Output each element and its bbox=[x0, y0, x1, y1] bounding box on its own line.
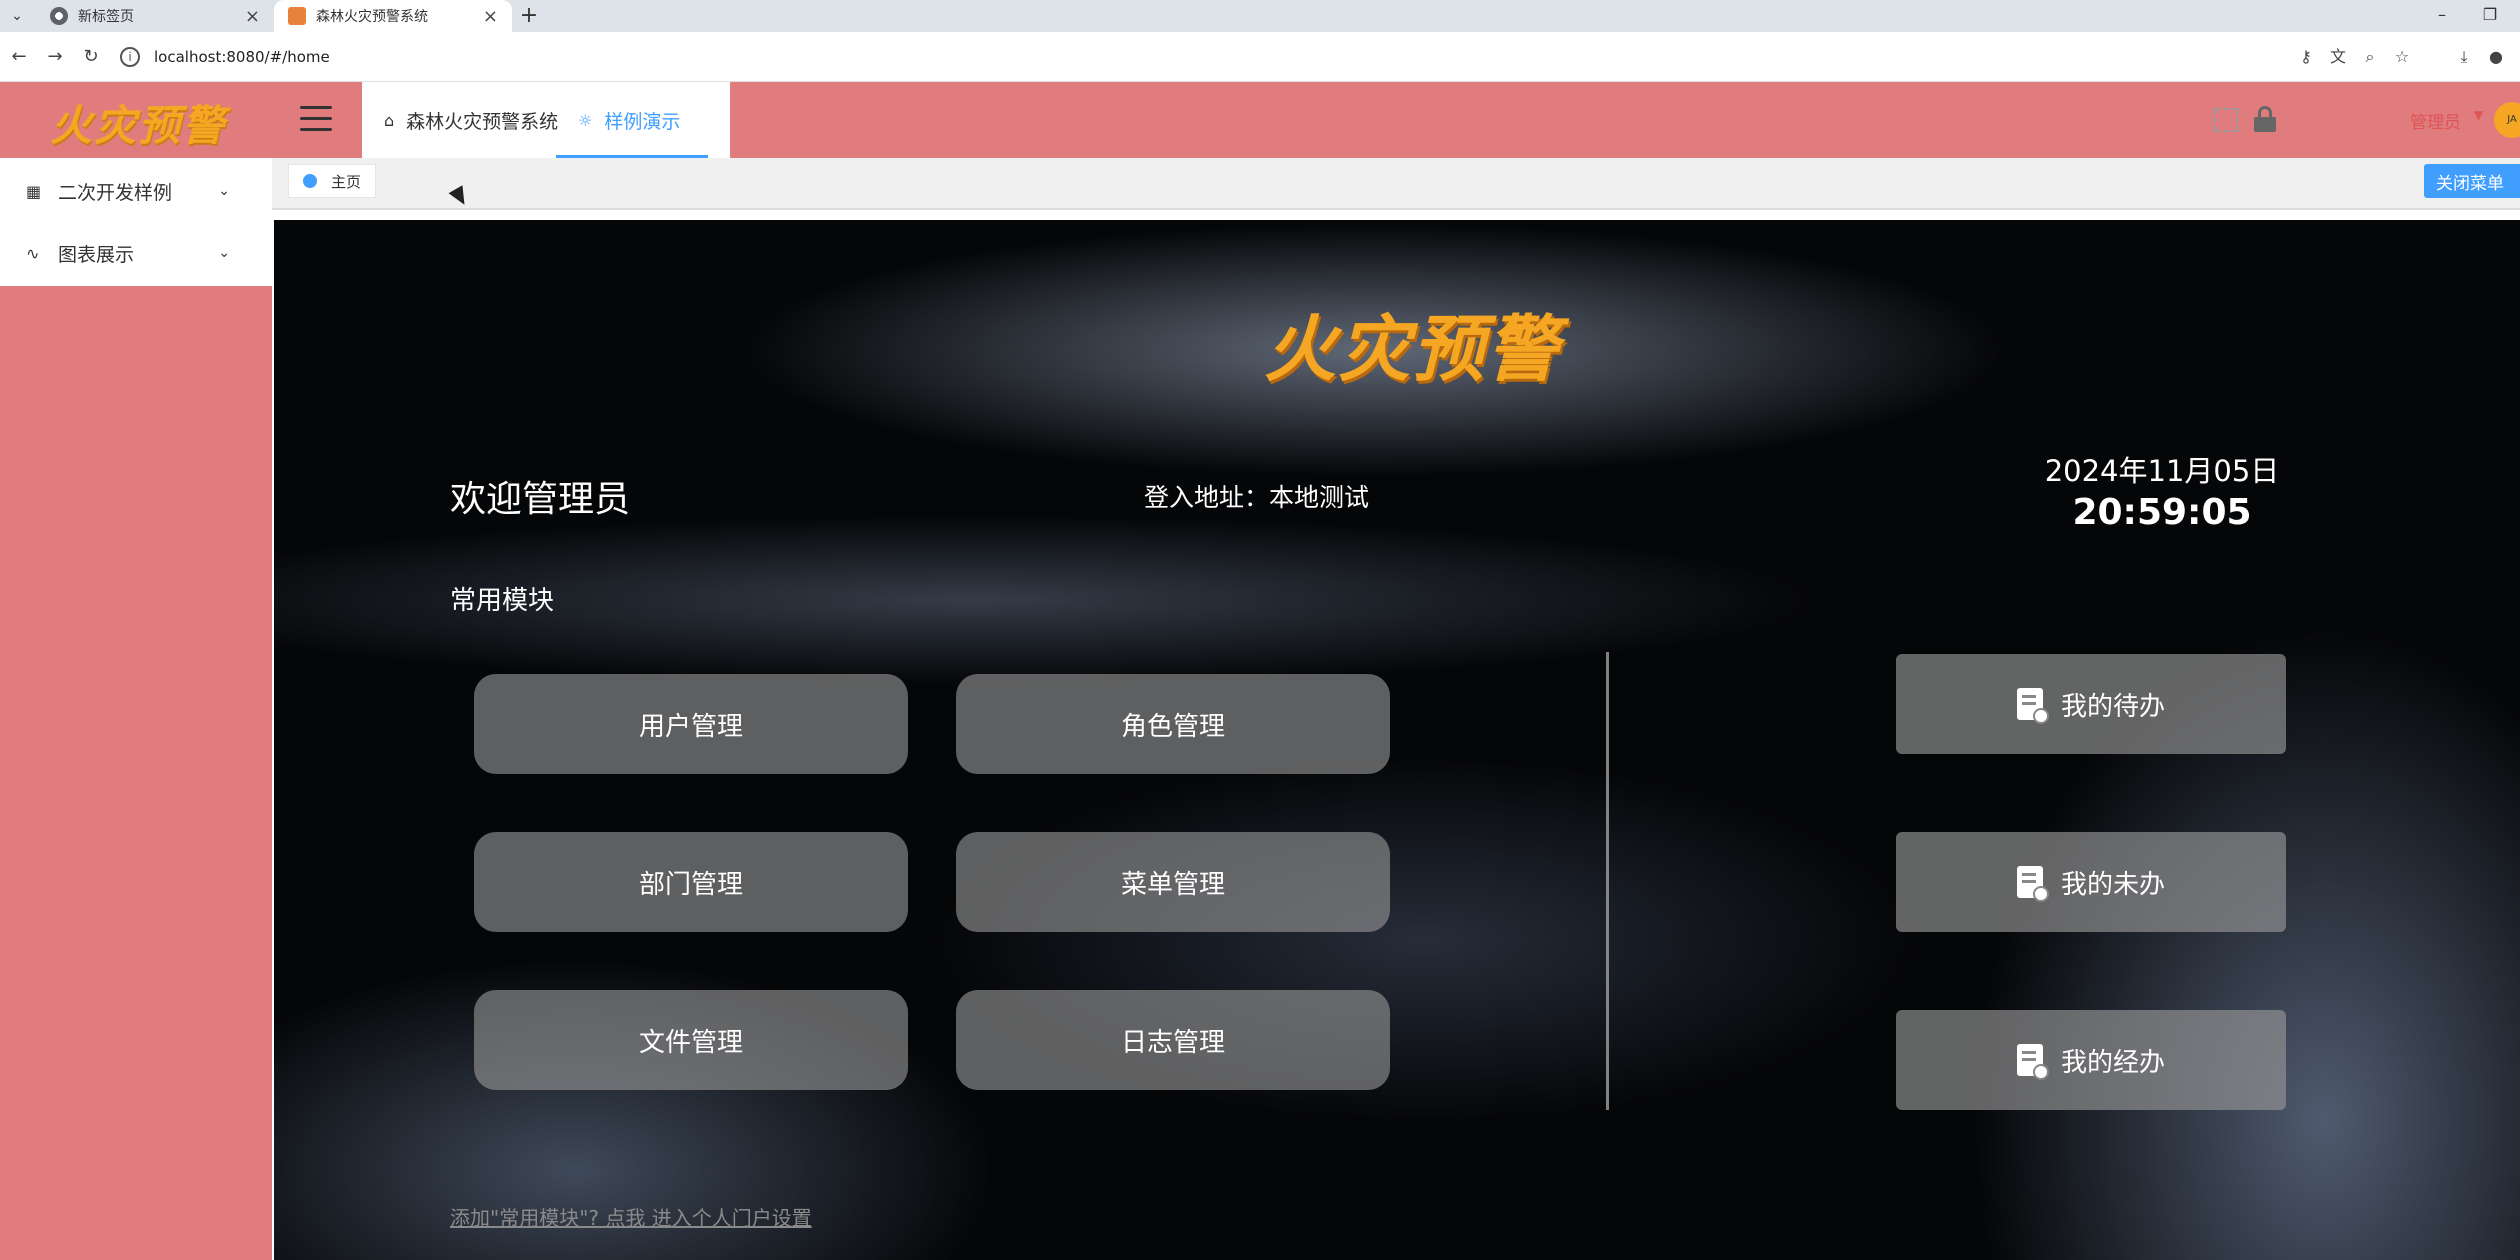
button-label: 我的经办 bbox=[2060, 1047, 2165, 1078]
file-management-button[interactable]: 文件管理 bbox=[474, 990, 908, 1090]
close-menu-button[interactable]: 关闭菜单 bbox=[2424, 164, 2520, 198]
menu-toggle-icon[interactable] bbox=[300, 106, 332, 132]
site-favicon-icon bbox=[288, 7, 306, 25]
home-icon: ⌂ bbox=[384, 110, 395, 130]
chevron-down-icon: ⌄ bbox=[218, 245, 230, 261]
avatar[interactable]: JA bbox=[2494, 102, 2520, 138]
main-logo: 火灾预警 bbox=[1264, 307, 1561, 391]
sidebar-item-dev-samples[interactable]: ▦ 二次开发样例 ⌄ bbox=[0, 160, 272, 222]
section-title: 常用模块 bbox=[450, 586, 555, 616]
sidebar-item-charts[interactable]: ∿ 图表展示 ⌄ bbox=[0, 222, 272, 284]
restore-icon[interactable]: ❐ bbox=[2468, 0, 2512, 32]
tab-label: 样例演示 bbox=[604, 110, 681, 133]
minimize-icon[interactable]: – bbox=[2420, 0, 2464, 32]
current-time: 20:59:05 bbox=[2072, 492, 2252, 533]
password-key-icon[interactable]: ⚷ bbox=[2290, 44, 2322, 70]
welcome-text: 欢迎管理员 bbox=[450, 479, 631, 520]
lightbulb-icon: ☼ bbox=[578, 110, 593, 130]
close-tab-icon[interactable]: × bbox=[245, 6, 260, 27]
app-logo: 火灾预警 bbox=[50, 101, 227, 150]
tab-forest-fire-system[interactable]: ⌂ 森林火灾预警系统 bbox=[384, 82, 558, 158]
download-icon[interactable]: ⤓ bbox=[2448, 44, 2480, 70]
lock-icon[interactable] bbox=[2254, 106, 2276, 132]
handled-doc-icon bbox=[2016, 1044, 2049, 1080]
button-label: 我的未办 bbox=[2060, 869, 2165, 900]
tag-home[interactable]: 主页 bbox=[288, 164, 377, 198]
zoom-icon[interactable]: ⌕ bbox=[2354, 44, 2386, 70]
user-management-button[interactable]: 用户管理 bbox=[474, 674, 908, 774]
grid-icon: ▦ bbox=[26, 181, 42, 201]
vertical-divider bbox=[1606, 652, 1609, 1110]
current-date: 2024年11月05日 bbox=[2044, 454, 2280, 488]
my-todo-button[interactable]: 我的待办 bbox=[1896, 654, 2286, 754]
role-management-button[interactable]: 角色管理 bbox=[956, 674, 1390, 774]
url-text: localhost:8080/#/home bbox=[154, 48, 330, 66]
profile-icon[interactable]: ● bbox=[2480, 44, 2512, 70]
chrome-icon bbox=[50, 7, 68, 25]
forward-icon[interactable]: → bbox=[42, 44, 68, 70]
my-pending-button[interactable]: 我的未办 bbox=[1896, 832, 2286, 932]
browser-tabstrip: ⌄ 新标签页 × 森林火灾预警系统 × + – ❐ bbox=[0, 0, 2520, 32]
url-field[interactable]: i localhost:8080/#/home bbox=[120, 41, 2350, 73]
sidebar-item-label: 图表展示 bbox=[58, 243, 135, 266]
fullscreen-icon[interactable] bbox=[2214, 108, 2238, 132]
sidebar-item-label: 二次开发样例 bbox=[58, 181, 173, 204]
back-icon[interactable]: ← bbox=[6, 44, 32, 70]
browser-tab-newtab[interactable]: 新标签页 × bbox=[36, 0, 274, 32]
browser-tab-active[interactable]: 森林火灾预警系统 × bbox=[274, 0, 512, 32]
menu-management-button[interactable]: 菜单管理 bbox=[956, 832, 1390, 932]
sidebar-menu: ▦ 二次开发样例 ⌄ ∿ 图表展示 ⌄ bbox=[0, 158, 272, 286]
pending-doc-icon bbox=[2016, 866, 2049, 902]
reload-icon[interactable]: ↻ bbox=[78, 44, 104, 70]
active-dot-icon bbox=[303, 174, 317, 188]
translate-icon[interactable]: 文 bbox=[2322, 44, 2354, 70]
browser-tab-title: 森林火灾预警系统 bbox=[316, 9, 428, 25]
login-address: 登入地址：本地测试 bbox=[1144, 483, 1370, 512]
button-label: 我的待办 bbox=[2060, 691, 2165, 722]
site-info-icon[interactable]: i bbox=[120, 47, 140, 67]
caret-down-icon[interactable]: ▼ bbox=[2474, 108, 2483, 122]
tab-sample-demo[interactable]: ☼ 样例演示 bbox=[556, 82, 708, 158]
pulse-icon: ∿ bbox=[26, 243, 40, 263]
department-management-button[interactable]: 部门管理 bbox=[474, 832, 908, 932]
tag-label: 主页 bbox=[331, 172, 362, 191]
log-management-button[interactable]: 日志管理 bbox=[956, 990, 1390, 1090]
sidebar-background bbox=[0, 286, 272, 1260]
header-tabs: ⌂ 森林火灾预警系统 ☼ 样例演示 bbox=[362, 82, 730, 158]
browser-tab-title: 新标签页 bbox=[78, 9, 134, 25]
tags-bar: 主页 关闭菜单 bbox=[272, 158, 2520, 210]
app-header: 火灾预警 ⌂ 森林火灾预警系统 ☼ 样例演示 管理员 ▼ JA bbox=[0, 82, 2520, 158]
my-handled-button[interactable]: 我的经办 bbox=[1896, 1010, 2286, 1110]
tab-search-icon[interactable]: ⌄ bbox=[6, 5, 28, 27]
new-tab-button[interactable]: + bbox=[516, 3, 542, 29]
address-bar: ← → ↻ i localhost:8080/#/home ⚷ 文 ⌕ ☆ ⤓ … bbox=[0, 32, 2520, 82]
tab-label: 森林火灾预警系统 bbox=[406, 110, 559, 133]
chevron-down-icon: ⌄ bbox=[218, 183, 230, 199]
home-dashboard: 火灾预警 欢迎管理员 登入地址：本地测试 2024年11月05日 20:59:0… bbox=[274, 220, 2520, 1260]
close-tab-icon[interactable]: × bbox=[483, 6, 498, 27]
user-name[interactable]: 管理员 bbox=[2410, 108, 2461, 133]
portal-settings-link[interactable]: 添加"常用模块"? 点我 进入个人门户设置 bbox=[450, 1202, 812, 1231]
todo-doc-icon bbox=[2016, 688, 2049, 724]
bookmark-star-icon[interactable]: ☆ bbox=[2386, 44, 2418, 70]
